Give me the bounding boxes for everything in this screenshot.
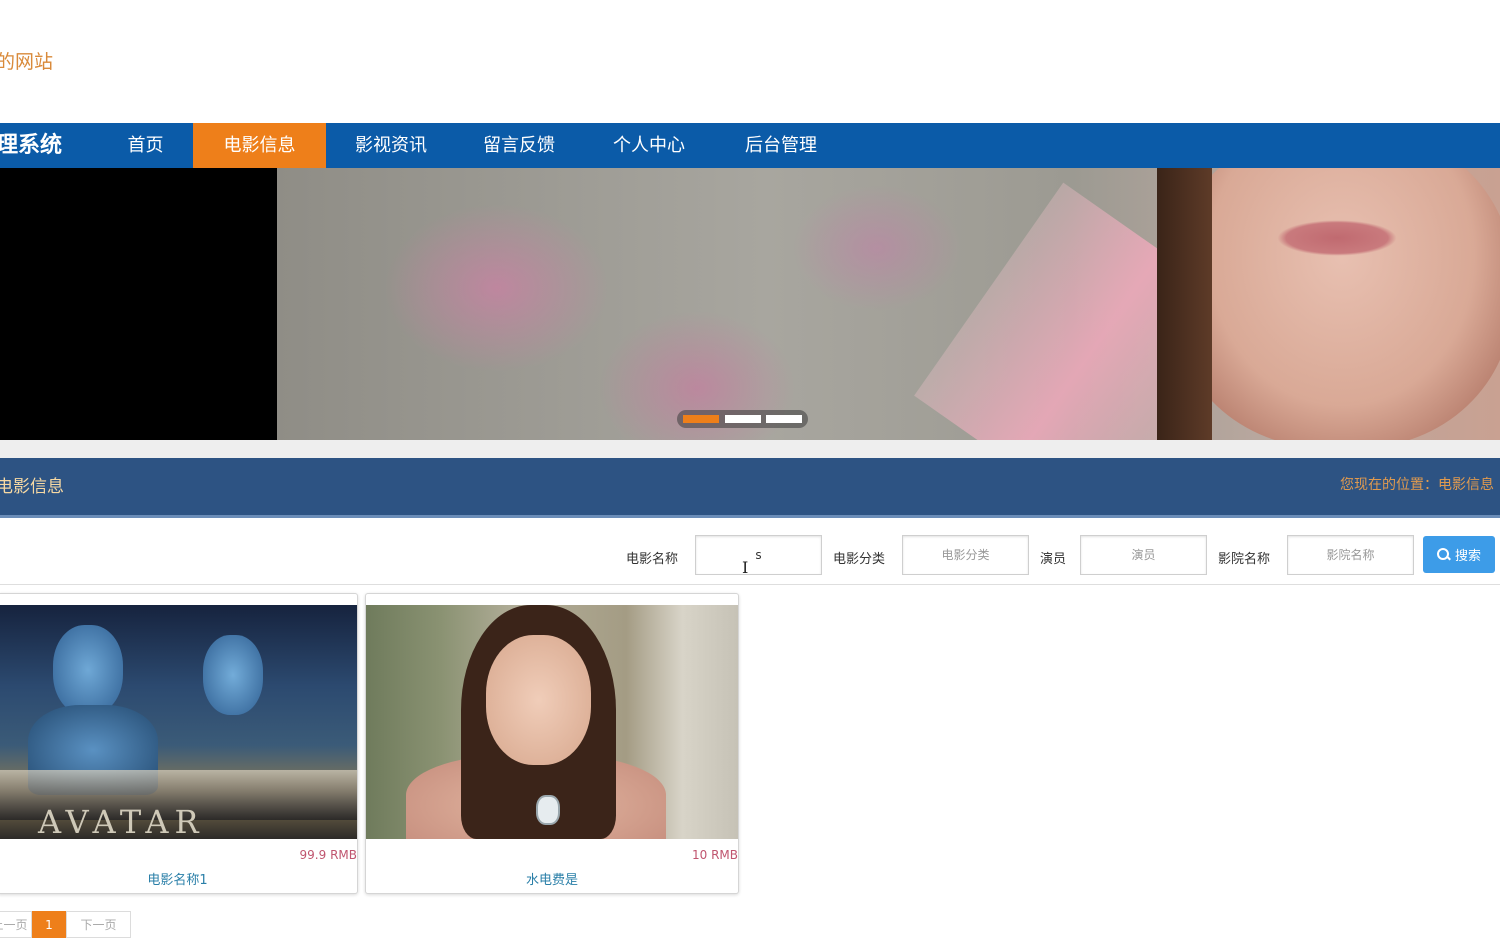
- movie-card[interactable]: AVATAR 99.9 RMB 电影名称1: [0, 593, 358, 894]
- site-title: 的网站: [0, 51, 54, 73]
- search-bar: 电影名称 电影分类 演员 影院名称 搜索: [0, 530, 1500, 585]
- movie-category-input[interactable]: [902, 535, 1029, 575]
- search-button-label: 搜索: [1454, 549, 1481, 564]
- nav-item-admin[interactable]: 后台管理: [716, 123, 846, 168]
- main-navbar: 理系统 首页 电影信息 影视资讯 留言反馈 个人中心 后台管理: [0, 123, 1500, 168]
- system-brand: 理系统: [0, 133, 63, 158]
- nav-item-movie-info[interactable]: 电影信息: [193, 123, 326, 168]
- carousel-indicators: [677, 410, 808, 428]
- banner-carousel[interactable]: [0, 168, 1500, 440]
- movie-price: 99.9 RMB: [299, 848, 357, 862]
- nav-item-home[interactable]: 首页: [98, 123, 193, 168]
- actor-input[interactable]: [1080, 535, 1207, 575]
- movie-poster: AVATAR: [0, 605, 357, 839]
- carousel-dot-3[interactable]: [766, 415, 802, 423]
- movie-poster: [366, 605, 738, 839]
- pagination: 上一页 1 下一页: [0, 911, 131, 938]
- cinema-name-label: 影院名称: [1218, 552, 1271, 567]
- breadcrumb: 您现在的位置：电影信息: [1340, 477, 1494, 493]
- text-cursor-icon: I: [742, 558, 749, 577]
- poster-title-text: AVATAR: [38, 803, 205, 839]
- movie-name-link[interactable]: 电影名称1: [0, 869, 357, 888]
- movie-name-label: 电影名称: [626, 552, 679, 567]
- movie-card[interactable]: 10 RMB 水电费是: [365, 593, 739, 894]
- section-title: 电影信息: [0, 477, 64, 497]
- carousel-dot-2[interactable]: [725, 415, 761, 423]
- cinema-name-input[interactable]: [1287, 535, 1414, 575]
- actor-label: 演员: [1040, 552, 1067, 567]
- search-button[interactable]: 搜索: [1423, 536, 1495, 573]
- movie-name-input[interactable]: [695, 535, 822, 575]
- prev-page-button[interactable]: 上一页: [0, 911, 32, 938]
- nav-item-user-center[interactable]: 个人中心: [582, 123, 716, 168]
- search-icon: [1436, 547, 1451, 562]
- section-header: 电影信息 您现在的位置：电影信息: [0, 458, 1500, 518]
- nav-item-feedback[interactable]: 留言反馈: [456, 123, 582, 168]
- movie-category-label: 电影分类: [833, 552, 886, 567]
- nav-item-film-news[interactable]: 影视资讯: [326, 123, 456, 168]
- page-number-current[interactable]: 1: [32, 911, 66, 938]
- movie-name-link[interactable]: 水电费是: [366, 869, 738, 888]
- banner-image: [277, 168, 1500, 440]
- carousel-dot-1[interactable]: [683, 415, 719, 423]
- section-divider: [0, 440, 1500, 458]
- next-page-button[interactable]: 下一页: [66, 911, 131, 938]
- movie-price: 10 RMB: [691, 848, 738, 862]
